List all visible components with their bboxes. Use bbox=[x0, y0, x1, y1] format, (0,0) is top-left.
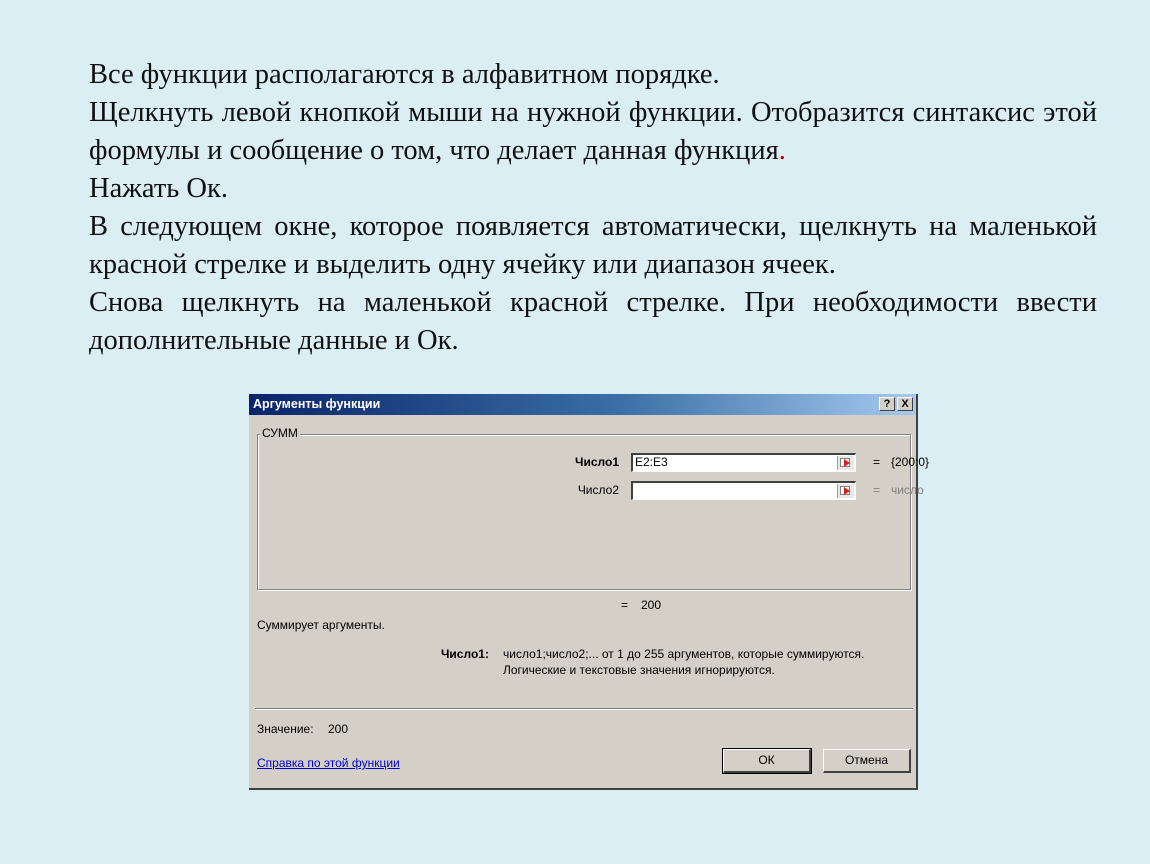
arg2-label: Число2 bbox=[577, 483, 619, 497]
divider bbox=[255, 708, 913, 710]
arg1-input[interactable]: E2:E3 bbox=[631, 453, 856, 472]
arg-help-line1: число1;число2;... от 1 до 255 аргументов… bbox=[503, 647, 865, 661]
value-result: 200 bbox=[328, 722, 349, 736]
red-arrow-icon bbox=[844, 459, 850, 467]
formula-equals: = bbox=[621, 598, 629, 612]
arg-help-label: Число1: bbox=[441, 647, 489, 661]
arg2-equals: = bbox=[873, 483, 881, 497]
paragraph-4: В следующем окне, которое появляется авт… bbox=[89, 211, 1097, 280]
function-arguments-dialog: Аргументы функции ? X СУММ Число1 E2:E3 … bbox=[249, 394, 929, 790]
paragraph-3: Нажать Ок. bbox=[89, 173, 228, 204]
paragraph-2-text: Щелкнуть левой кнопкой мыши на нужной фу… bbox=[89, 97, 1097, 166]
close-button[interactable]: X bbox=[897, 397, 913, 411]
arg1-value: E2:E3 bbox=[635, 455, 668, 469]
slide-body-text: Все функции располагаются в алфавитном п… bbox=[89, 56, 1097, 360]
paragraph-2: Щелкнуть левой кнопкой мыши на нужной фу… bbox=[89, 94, 1097, 170]
arg2-input[interactable] bbox=[631, 481, 856, 500]
red-arrow-icon bbox=[844, 487, 850, 495]
formula-result: 200 bbox=[641, 598, 662, 612]
cancel-button[interactable]: Отмена bbox=[823, 749, 911, 773]
arg-help-line2: Логические и текстовые значения игнориру… bbox=[503, 663, 775, 677]
arg1-equals: = bbox=[873, 455, 881, 469]
arg2-collapse-button[interactable] bbox=[837, 484, 854, 498]
arg1-label: Число1 bbox=[575, 455, 619, 469]
function-description: Суммирует аргументы. bbox=[257, 618, 385, 632]
arg1-result: {200:0} bbox=[891, 455, 930, 469]
paragraph-2-red-dot: . bbox=[778, 135, 786, 166]
arg1-collapse-button[interactable] bbox=[837, 456, 854, 470]
paragraph-5: Снова щелкнуть на маленькой красной стре… bbox=[89, 287, 1097, 356]
help-button[interactable]: ? bbox=[879, 397, 895, 411]
ok-button[interactable]: ОК bbox=[722, 748, 812, 774]
paragraph-1: Все функции располагаются в алфавитном п… bbox=[89, 59, 720, 90]
dialog-title-bar[interactable]: Аргументы функции ? X bbox=[249, 394, 916, 415]
arg2-result: число bbox=[891, 483, 924, 497]
function-name-label: СУММ bbox=[260, 426, 300, 440]
value-label: Значение: bbox=[257, 722, 314, 736]
dialog-title: Аргументы функции bbox=[253, 397, 381, 411]
help-link[interactable]: Справка по этой функции bbox=[257, 756, 400, 770]
